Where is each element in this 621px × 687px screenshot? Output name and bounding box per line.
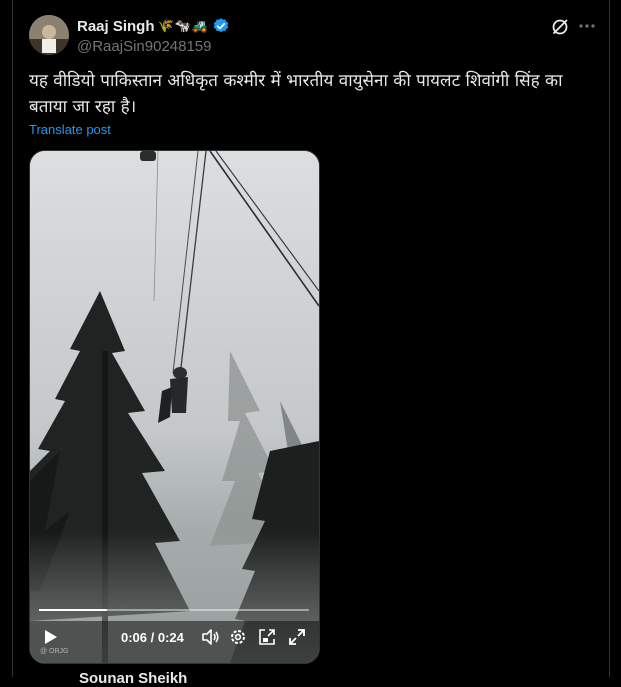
author-handle[interactable]: @RaajSin90248159 [77, 38, 212, 55]
next-post-author-name[interactable]: Sounan Sheikh [79, 670, 187, 687]
left-border [12, 0, 13, 677]
fullscreen-icon[interactable] [287, 627, 307, 647]
translate-post-link[interactable]: Translate post [29, 122, 111, 137]
right-border [609, 0, 610, 677]
video-progress-fill [39, 609, 107, 611]
verified-badge-icon [213, 18, 229, 33]
volume-icon[interactable] [200, 627, 220, 647]
tweet[interactable]: Raaj Singh 🌾🐄🚜 @RaajSin90248159 यह वीडिय… [14, 0, 607, 687]
video-frame [30, 151, 319, 663]
more-icon[interactable] [577, 16, 597, 36]
video-time: 0:06 / 0:24 [121, 630, 184, 645]
grok-icon[interactable] [550, 17, 570, 37]
video-watermark: @ ORJG [40, 648, 69, 655]
video-player[interactable]: 0:06 / 0:24 @ ORJG [29, 150, 320, 664]
picture-in-picture-icon[interactable] [257, 627, 277, 647]
author-row: Raaj Singh 🌾🐄🚜 [77, 17, 230, 35]
video-progress-bar[interactable] [39, 609, 309, 611]
author-badges: 🌾🐄🚜 [157, 18, 210, 34]
avatar[interactable] [29, 15, 69, 55]
post-text: यह वीडियो पाकिस्तान अधिकृत कश्मीर में भा… [29, 71, 563, 117]
author-name[interactable]: Raaj Singh [77, 18, 155, 35]
settings-icon[interactable] [228, 627, 248, 647]
video-controls: 0:06 / 0:24 [30, 625, 319, 655]
play-icon[interactable] [40, 627, 60, 647]
